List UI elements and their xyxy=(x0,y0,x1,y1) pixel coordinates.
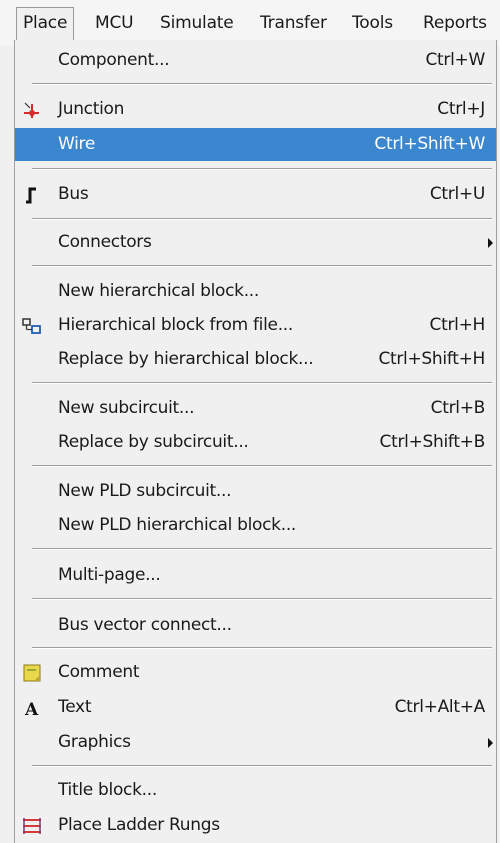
menu-item-label: Connectors xyxy=(58,232,152,252)
menu-separator xyxy=(32,382,492,384)
menu-item-label: New PLD subcircuit... xyxy=(58,481,232,501)
menu-item-label: Bus vector connect... xyxy=(58,615,232,635)
ladder-rungs-icon xyxy=(21,815,43,837)
menu-item-label: Wire xyxy=(58,134,96,154)
submenu-arrow-icon xyxy=(488,238,493,248)
menu-separator xyxy=(32,265,492,267)
menu-item-text[interactable]: A Text Ctrl+Alt+A xyxy=(15,691,496,724)
menu-tools[interactable]: Tools xyxy=(352,8,393,38)
place-dropdown-menu: Component... Ctrl+W Junction Ctrl+J Wire… xyxy=(14,40,497,843)
menu-item-label: Comment xyxy=(58,662,140,682)
menu-reports[interactable]: Reports xyxy=(423,8,487,38)
menu-item-bus[interactable]: Bus Ctrl+U xyxy=(15,178,496,211)
menu-item-label: Place Ladder Rungs xyxy=(58,815,220,835)
menu-item-new-subcircuit[interactable]: New subcircuit... Ctrl+B xyxy=(15,392,496,425)
menu-item-label: Bus xyxy=(58,184,89,204)
menu-item-junction[interactable]: Junction Ctrl+J xyxy=(15,93,496,126)
menu-item-hierarchical-block-from-file[interactable]: Hierarchical block from file... Ctrl+H xyxy=(15,309,496,342)
menu-item-shortcut: Ctrl+B xyxy=(430,398,486,418)
menu-item-shortcut: Ctrl+J xyxy=(437,99,485,119)
menu-separator xyxy=(32,218,492,220)
menu-item-replace-by-subcircuit[interactable]: Replace by subcircuit... Ctrl+Shift+B xyxy=(15,426,496,459)
menu-simulate[interactable]: Simulate xyxy=(160,8,234,38)
menu-item-multi-page[interactable]: Multi-page... xyxy=(15,559,496,592)
menu-item-shortcut: Ctrl+Shift+W xyxy=(374,134,485,154)
menu-item-label: Title block... xyxy=(58,780,157,800)
junction-icon xyxy=(21,99,43,121)
menu-item-shortcut: Ctrl+Shift+H xyxy=(378,349,485,369)
menu-item-replace-by-hierarchical-block[interactable]: Replace by hierarchical block... Ctrl+Sh… xyxy=(15,343,496,376)
menu-item-label: Text xyxy=(58,697,92,717)
menu-item-graphics[interactable]: Graphics xyxy=(15,726,496,759)
menu-place[interactable]: Place xyxy=(16,7,75,42)
menu-item-shortcut: Ctrl+H xyxy=(429,315,486,335)
menu-separator xyxy=(32,168,492,170)
text-icon: A xyxy=(21,697,43,720)
menu-item-shortcut: Ctrl+Alt+A xyxy=(394,697,486,717)
menu-separator xyxy=(32,548,492,550)
menu-item-label: Graphics xyxy=(58,732,131,752)
bus-icon xyxy=(21,184,43,206)
menu-item-comment[interactable]: Comment xyxy=(15,656,496,689)
menu-item-shortcut: Ctrl+U xyxy=(429,184,485,204)
comment-icon xyxy=(21,662,43,684)
menu-separator xyxy=(32,598,492,600)
menu-item-label: New PLD hierarchical block... xyxy=(58,515,297,535)
hierarchical-block-icon xyxy=(21,315,43,337)
menu-item-shortcut: Ctrl+W xyxy=(425,50,485,70)
menu-separator xyxy=(32,83,492,85)
menu-item-label: Component... xyxy=(58,50,170,70)
menu-item-place-ladder-rungs[interactable]: Place Ladder Rungs xyxy=(15,809,496,842)
submenu-arrow-icon xyxy=(488,738,493,748)
menu-item-label: New hierarchical block... xyxy=(58,281,260,301)
menu-item-title-block[interactable]: Title block... xyxy=(15,774,496,807)
menu-mcu[interactable]: MCU xyxy=(95,8,134,38)
menu-item-label: Junction xyxy=(58,99,125,119)
menu-separator xyxy=(32,465,492,467)
menu-item-label: Hierarchical block from file... xyxy=(58,315,294,335)
menu-item-connectors[interactable]: Connectors xyxy=(15,226,496,259)
menu-item-shortcut: Ctrl+Shift+B xyxy=(379,432,486,452)
menu-transfer[interactable]: Transfer xyxy=(260,8,327,38)
menu-item-new-pld-hierarchical-block[interactable]: New PLD hierarchical block... xyxy=(15,509,496,542)
menu-separator xyxy=(32,647,492,649)
menu-item-wire[interactable]: Wire Ctrl+Shift+W xyxy=(15,128,496,161)
menu-item-label: New subcircuit... xyxy=(58,398,195,418)
menu-item-bus-vector-connect[interactable]: Bus vector connect... xyxy=(15,609,496,642)
menu-item-label: Multi-page... xyxy=(58,565,161,585)
menu-separator xyxy=(32,765,492,767)
menu-item-label: Replace by hierarchical block... xyxy=(58,349,314,369)
menu-item-new-pld-subcircuit[interactable]: New PLD subcircuit... xyxy=(15,475,496,508)
menu-item-new-hierarchical-block[interactable]: New hierarchical block... xyxy=(15,275,496,308)
menu-item-label: Replace by subcircuit... xyxy=(58,432,249,452)
svg-text:A: A xyxy=(24,700,39,719)
menu-item-component[interactable]: Component... Ctrl+W xyxy=(15,44,496,77)
